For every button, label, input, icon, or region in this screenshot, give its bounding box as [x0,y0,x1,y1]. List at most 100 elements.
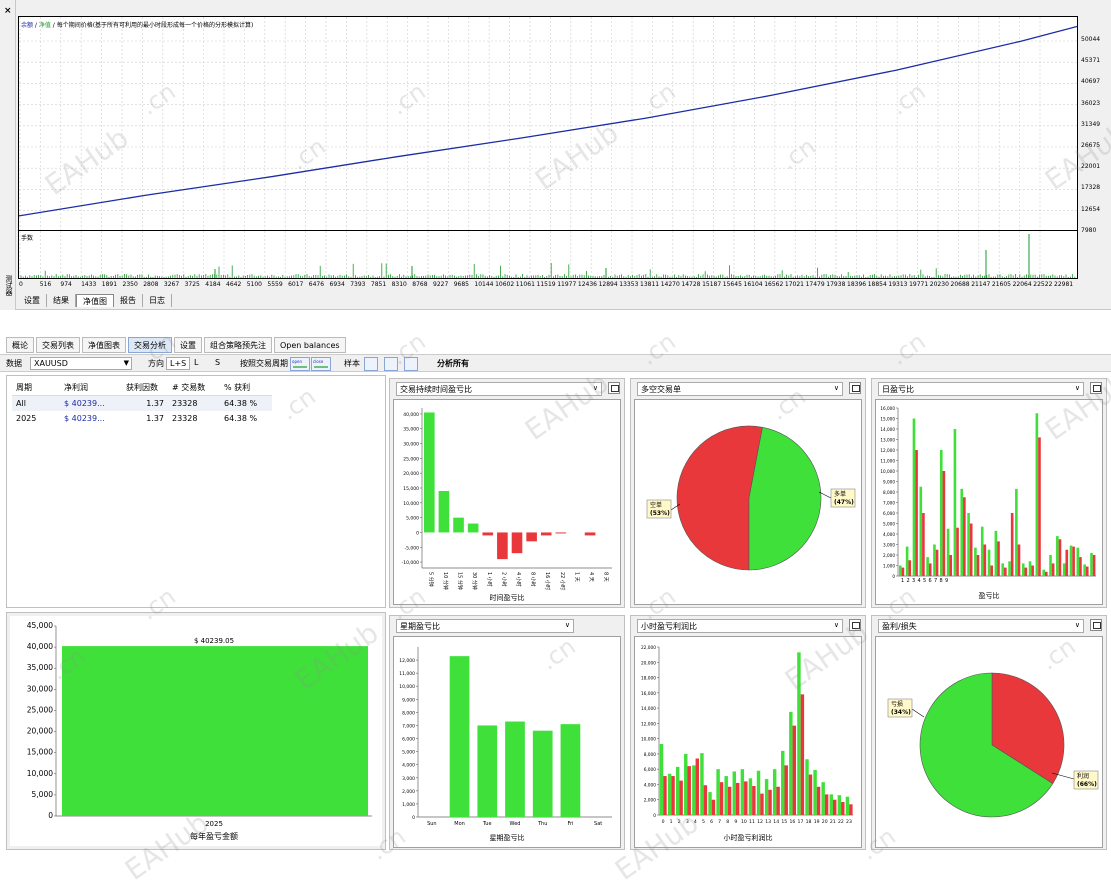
analyze-all-button[interactable]: 分析所有 [437,358,469,369]
maximize-icon[interactable] [1090,619,1102,631]
profit-loss-select[interactable]: 盈利/损失 ∨ [878,619,1084,633]
callout-pct: (53%) [650,510,670,517]
tab-overview[interactable]: 概论 [6,337,34,353]
sample-chart-icon-3[interactable] [404,357,418,371]
hourly-panel: 小时盈亏利润比 ∨ 0 2,000 4,000 6,000 8,000 10,000 12,0… [630,615,866,850]
bar [1090,552,1093,576]
bar [1010,513,1014,576]
daily-select[interactable]: 日盈亏比 ∨ [878,382,1084,396]
hourly-select[interactable]: 小时盈亏利润比 ∨ [637,619,843,633]
open-time-button[interactable]: open [290,357,310,371]
bar [792,725,797,815]
direction-short-button[interactable]: S [215,358,220,367]
col-trades[interactable]: # 交易数 [168,380,220,396]
tab-report[interactable]: 报告 [114,293,143,307]
profit-loss-chart: 亏损(34%) 利润(66%) [887,672,1099,818]
sample-chart-icon-2[interactable] [384,357,398,371]
x-tick-label: 13 [765,819,771,825]
y-tick-label: 1,000 [883,564,895,569]
tab-portfolio[interactable]: 组合策略预先注 [204,337,272,353]
col-net-profit[interactable]: 净利润 [60,380,122,396]
tab-equity-chart[interactable]: 净值图表 [82,337,126,353]
tab-journal[interactable]: 日志 [143,293,172,307]
long-short-select[interactable]: 多空交易单 ∨ [637,382,843,396]
maximize-icon[interactable] [849,619,861,631]
tab-graph[interactable]: 净值图 [76,293,114,307]
hold-time-select[interactable]: 交易持续时间盈亏比 ∨ [396,382,602,396]
x-tick-label: 22 [838,819,844,825]
bar [1008,561,1011,576]
bar [711,799,716,815]
bar [960,488,964,576]
bar [1083,564,1086,576]
x-tick-label: 0 [19,281,23,288]
col-win-pct[interactable]: % 获利 [220,380,272,396]
col-profit-factor[interactable]: 获利因数 [122,380,168,396]
x-tick-label: 5100 [246,281,262,288]
tab-settings[interactable]: 设置 [18,293,47,307]
pie-slice [748,426,822,571]
weekday-select[interactable]: 星期盈亏比 ∨ [396,619,574,633]
y-tick-label: 12,000 [641,721,656,727]
x-axis-ticks: 0 516 974 1433 1891 2350 2808 3267 3725 4184 4642 5… [18,281,1078,291]
direction-long-button[interactable]: L [194,358,198,367]
weekday-chart: 0 1,000 2,000 3,000 4,000 5,000 6,000 7,000 8,00… [399,647,612,842]
tab-open-balances[interactable]: Open balances [274,337,346,353]
cell-period: All [16,399,26,408]
x-tick-label: 4 天 [588,572,594,582]
tab-analysis-settings[interactable]: 设置 [174,337,202,353]
bar [740,769,745,815]
y-tick-label: 13,000 [880,438,895,443]
bar [776,786,780,815]
maximize-icon[interactable] [1090,382,1102,394]
y-tick-label: 25,000 [27,705,53,714]
y-tick-label: 22,000 [641,645,656,651]
hourly-chart: 0 2,000 4,000 6,000 8,000 10,000 12,000 14,000 1… [641,645,853,842]
close-icon[interactable]: × [4,6,12,16]
bar [1085,566,1089,576]
x-tick-label: 22 小时 [559,572,566,590]
x-tick-label: 2 [907,578,910,584]
tab-trade-analysis[interactable]: 交易分析 [128,337,172,353]
bar [1031,565,1034,576]
bar [477,725,498,817]
x-tick-label: 16 [789,819,795,825]
tab-results[interactable]: 结果 [47,293,76,307]
maximize-icon[interactable] [608,382,620,394]
table-row[interactable]: 2025 $ 40239... 1.37 23328 64.38 % [12,411,272,426]
y-tick-label: 8,000 [644,752,657,758]
x-tick-label: 9685 [453,281,469,288]
y-tick-label: 12654 [1081,205,1101,213]
pie-callout: 利润(66%) [1051,770,1099,790]
x-tick-label: 1 小时 [486,572,493,587]
x-tick-label: 8768 [412,281,428,288]
x-axis-title: 每年盈亏金额 [190,831,238,841]
y-tick-label: 12,000 [880,448,895,453]
balance-legend: 余额 [21,22,34,29]
maximize-icon[interactable] [849,382,861,394]
bar [781,750,785,815]
tester-side-label: 测试器 [5,275,13,296]
col-period[interactable]: 周期 [12,380,60,396]
tab-trade-list[interactable]: 交易列表 [36,337,80,353]
bar [659,743,664,815]
x-tick-label: 10144 [474,281,494,288]
y-tick-label: 15,000 [403,486,419,492]
bar [1024,567,1028,576]
y-tick-label: 35,000 [403,427,419,433]
table-row[interactable]: All $ 40239... 1.37 23328 64.38 % [12,395,272,411]
x-tick-label: 3725 [184,281,200,288]
direction-all-button[interactable]: L+S [166,357,191,370]
graph-title: 余额 / 净值 / 每个期间价格(基于所有可利用的最小时段形成每一个价格的分形模… [21,20,253,29]
x-tick-label: 17021 [784,281,804,288]
symbol-select[interactable]: XAUUSD ▼ [30,357,132,370]
close-time-button[interactable]: close [311,357,331,371]
sample-chart-icon-1[interactable] [364,357,378,371]
y-tick-label: 7980 [1081,226,1097,234]
bar [1021,563,1025,576]
bar [1056,536,1059,576]
y-tick-label: 3,000 [883,543,895,548]
x-tick-label: 1891 [101,281,118,288]
bar [784,765,788,815]
bar [967,513,970,576]
